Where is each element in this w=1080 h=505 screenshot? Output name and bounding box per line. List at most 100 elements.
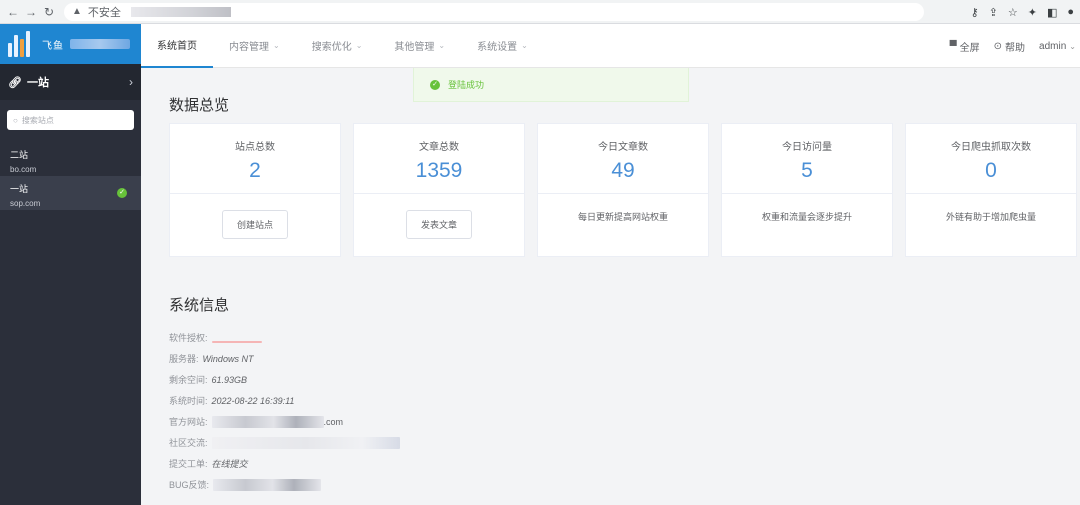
info-row-space: 剩余空间: 61.93GB [169,369,400,390]
main-content: ✓ 登陆成功 数据总览 站点总数 2 创建站点 文章总数 1359 发表文章 今… [141,68,1080,505]
website-redacted [211,415,324,428]
site-name: 一站 [10,184,29,194]
reload-icon[interactable]: ↻ [40,5,58,19]
check-circle-icon: ✓ [430,79,440,90]
stat-cards: 站点总数 2 创建站点 文章总数 1359 发表文章 今日文章数 49 每日更新… [169,123,1077,257]
site-name: 二站 [10,150,29,160]
help-icon: ⊙ [993,40,1003,52]
info-label: BUG反馈: [169,480,210,490]
site-domain: bo.com [10,165,37,174]
tab-content[interactable]: 内容管理 ⌄ [213,24,296,68]
tab-home[interactable]: 系统首页 [141,24,213,68]
stat-value: 1359 [415,159,463,182]
create-site-button[interactable]: 创建站点 [221,210,288,239]
website-link[interactable]: .com [324,417,344,427]
tab-label: 系统首页 [157,41,197,52]
bug-redacted [213,478,322,491]
stat-label: 今日爬虫抓取次数 [951,142,1031,153]
tab-seo[interactable]: 搜索优化 ⌄ [296,24,379,68]
logo: 飞鱼 [0,24,141,64]
stat-value: 2 [249,159,261,182]
search-icon: ○ [13,115,18,125]
chevron-down-icon: ⌄ [438,41,446,50]
share-icon[interactable]: ⇪ [989,6,998,19]
profile-icon[interactable]: ● [1067,6,1074,18]
warning-icon: ▲ [72,6,82,17]
stat-value: 5 [801,159,813,182]
stat-value: 49 [611,159,635,182]
security-label: 不安全 [87,6,121,19]
stat-label: 今日访问量 [782,142,832,153]
chevron-right-icon: › [129,75,133,89]
publish-article-button[interactable]: 发表文章 [405,210,472,239]
top-navigation: 系统首页 内容管理 ⌄ 搜索优化 ⌄ 其他管理 ⌄ 系统设置 ⌄ ▀ 全屏 ⊙ 帮助 adm… [141,24,1080,68]
license-redacted [211,340,262,343]
info-label: 软件授权: [169,333,208,343]
fullscreen-button[interactable]: ▀ 全屏 [950,39,980,54]
site-item-active[interactable]: 一站 sop.com ✓ [0,176,141,210]
stat-label: 文章总数 [419,142,459,153]
logo-text: 飞鱼 [42,40,64,52]
stat-card-sites: 站点总数 2 创建站点 [169,123,341,257]
stat-hint: 外链有助于增加爬虫量 [945,212,1036,222]
info-row-community: 社区交流: [169,432,400,453]
community-redacted [211,436,400,449]
stat-label: 今日文章数 [598,142,648,153]
star-icon[interactable]: ☆ [1008,6,1018,19]
address-bar[interactable]: ▲ 不安全 [64,2,924,21]
system-info-list: 软件授权: 服务器: Windows NT 剩余空间: 61.93GB 系统时间: 2… [169,327,400,495]
info-label: 提交工单: [169,459,208,469]
tab-other[interactable]: 其他管理 ⌄ [378,24,461,68]
info-label: 剩余空间: [169,375,208,385]
info-label: 服务器: [169,354,199,364]
current-site-name: 一站 [26,77,49,89]
tab-label: 搜索优化 [311,42,352,53]
forward-icon[interactable]: → [22,5,40,19]
info-row-bug: BUG反馈: [169,474,400,495]
info-label: 系统时间: [169,396,208,406]
info-row-server: 服务器: Windows NT [169,348,400,369]
browser-toolbar: ← → ↻ ▲ 不安全 ⚷ ⇪ ☆ ✦ ◧ ● [0,0,1080,24]
info-value: 2022-08-22 16:39:11 [211,395,295,406]
info-row-website: 官方网站: .com [169,411,400,432]
user-menu[interactable]: admin ⌄ [1039,41,1076,52]
info-row-time: 系统时间: 2022-08-22 16:39:11 [169,390,400,411]
stat-label: 站点总数 [235,142,275,153]
back-icon[interactable]: ← [4,5,22,19]
sidebar: 飞鱼 🔗︎ 一站 › ○ 搜索站点 二站 bo.com 一站 sop.com ✓ [0,24,141,505]
info-label: 社区交流: [169,438,208,448]
tab-settings[interactable]: 系统设置 ⌄ [461,24,544,68]
sidepanel-icon[interactable]: ◧ [1047,6,1057,19]
success-toast: ✓ 登陆成功 [413,68,689,102]
link-icon: 🔗︎ [8,76,22,89]
site-item[interactable]: 二站 bo.com [0,142,141,176]
info-row-license: 软件授权: [169,327,400,348]
stat-hint: 权重和流量会逐步提升 [761,212,852,222]
extensions-icon[interactable]: ✦ [1028,6,1037,19]
fullscreen-label: 全屏 [959,42,980,54]
site-domain: sop.com [10,199,41,208]
stat-hint: 每日更新提高网站权重 [577,212,668,222]
chevron-down-icon: ⌄ [521,41,528,50]
tab-label: 系统设置 [477,42,518,53]
info-label: 官方网站: [169,417,208,427]
url-redacted [130,6,231,17]
help-label: 帮助 [1005,42,1026,54]
info-value: 61.93GB [211,374,248,385]
help-button[interactable]: ⊙ 帮助 [994,39,1025,54]
monitor-icon: ▀ [949,40,957,52]
ticket-link[interactable]: 在线提交 [212,457,248,470]
chevron-down-icon: ⌄ [1069,41,1076,51]
check-icon: ✓ [117,188,127,198]
site-search-input[interactable]: ○ 搜索站点 [7,110,134,130]
stat-card-articles: 文章总数 1359 发表文章 [353,123,525,257]
toast-message: 登陆成功 [448,80,485,90]
tab-label: 内容管理 [229,42,269,53]
site-switcher[interactable]: 🔗︎ 一站 › [0,64,141,100]
stat-card-today-articles: 今日文章数 49 每日更新提高网站权重 [537,123,709,257]
system-info-title: 系统信息 [169,297,230,314]
username: admin [1039,40,1067,52]
logo-redacted [70,39,130,49]
info-value: Windows NT [202,353,254,364]
key-icon[interactable]: ⚷ [971,6,979,19]
